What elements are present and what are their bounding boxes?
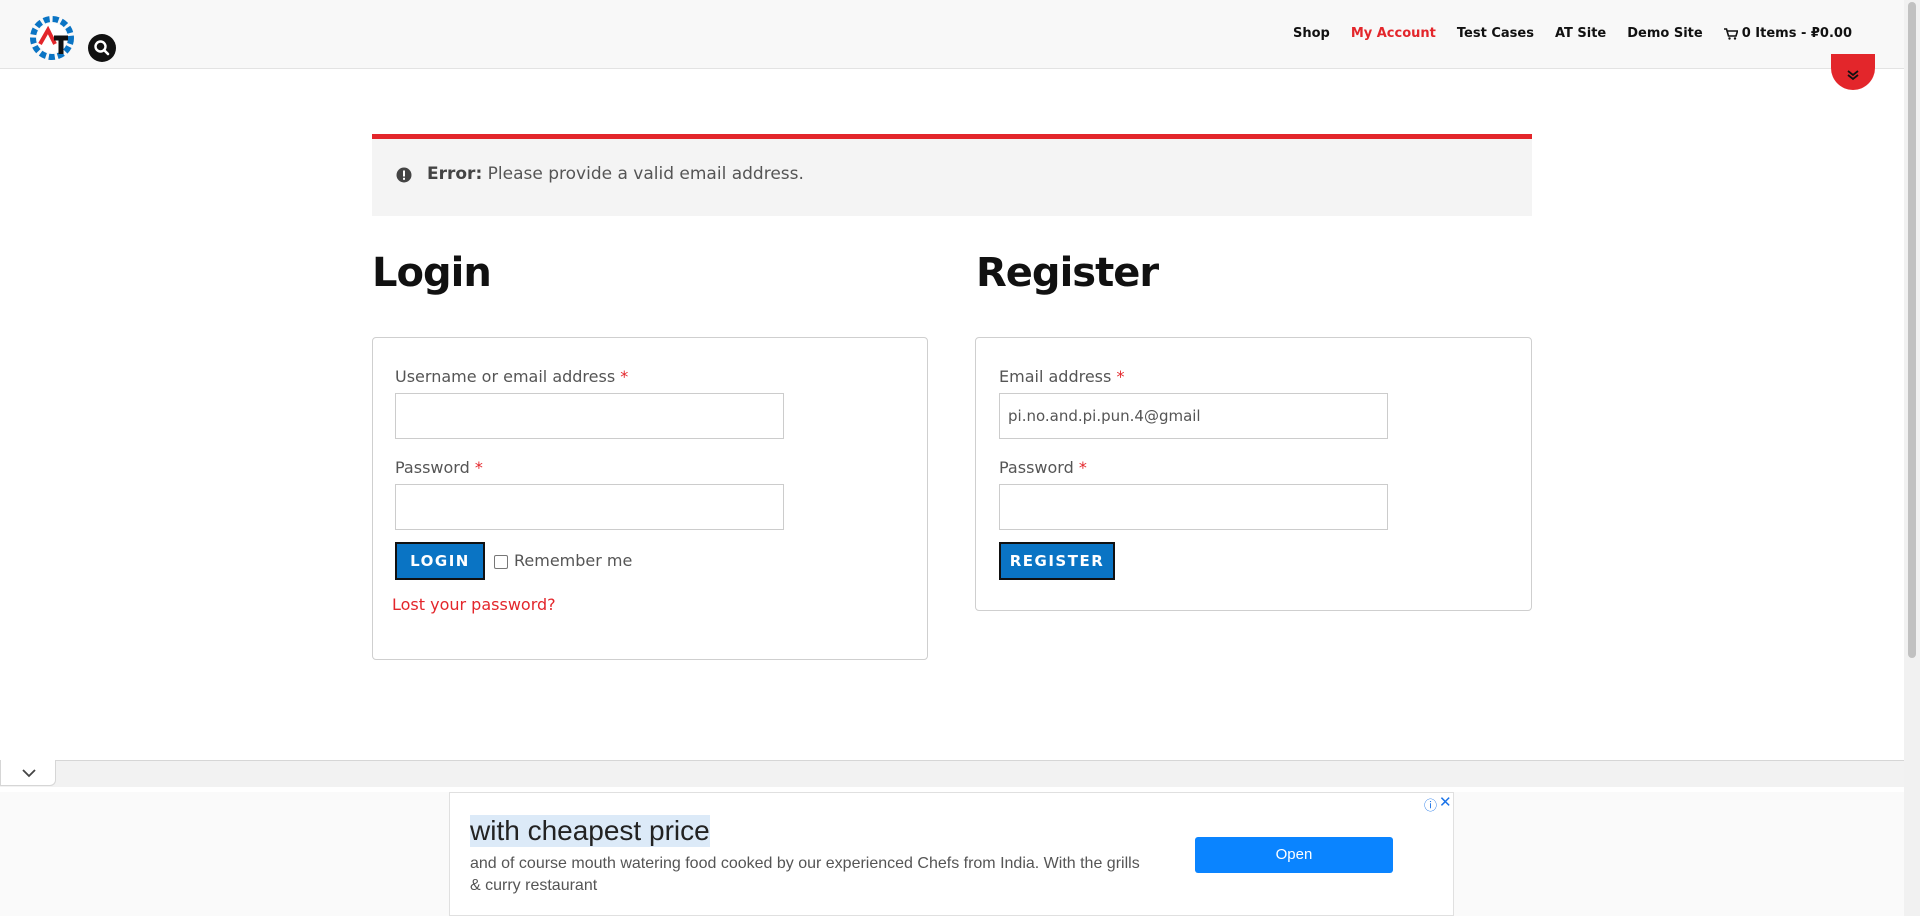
register-heading: Register <box>976 250 1159 296</box>
register-button[interactable]: REGISTER <box>999 542 1115 580</box>
error-message: Error: Please provide a valid email addr… <box>427 164 804 184</box>
username-input[interactable] <box>395 393 784 439</box>
scrollbar-thumb[interactable] <box>1908 2 1916 658</box>
ad-info-icon[interactable]: ⓘ <box>1424 795 1437 814</box>
login-password-label: Password * <box>395 458 483 477</box>
exclamation-circle-icon <box>396 167 412 183</box>
nav-shop[interactable]: Shop <box>1293 26 1330 41</box>
register-form: Email address * pi.no.and.pi.pun.4@gmail… <box>975 337 1532 611</box>
main-nav: Shop My Account Test Cases AT Site Demo … <box>1293 26 1852 41</box>
error-text: Please provide a valid email address. <box>487 164 804 184</box>
nav-test-cases[interactable]: Test Cases <box>1457 26 1534 41</box>
nav-at-site[interactable]: AT Site <box>1555 26 1606 41</box>
ad-description: and of course mouth watering food cooked… <box>470 855 1140 894</box>
nav-demo-site[interactable]: Demo Site <box>1627 26 1702 41</box>
email-input[interactable]: pi.no.and.pi.pun.4@gmail <box>999 393 1388 439</box>
nav-my-account[interactable]: My Account <box>1351 26 1436 41</box>
chevron-down-icon <box>22 769 36 778</box>
login-heading: Login <box>372 250 492 296</box>
site-logo[interactable] <box>28 14 80 66</box>
ad-bar <box>0 760 1904 787</box>
username-label: Username or email address * <box>395 367 629 386</box>
cart-summary: 0 Items - ₽0.00 <box>1741 26 1852 41</box>
search-icon[interactable] <box>88 34 116 62</box>
site-header: Shop My Account Test Cases AT Site Demo … <box>0 0 1904 69</box>
error-notice: Error: Please provide a valid email addr… <box>372 134 1532 216</box>
lost-password-link[interactable]: Lost your password? <box>392 595 556 614</box>
page-scrollbar[interactable] <box>1904 0 1920 916</box>
ad-title[interactable]: with cheapest price <box>470 815 710 847</box>
remember-me-label[interactable]: Remember me <box>514 551 632 570</box>
ad-banner[interactable]: with cheapest price and of course mouth … <box>449 792 1454 916</box>
scroll-toggle-button[interactable] <box>1831 54 1875 90</box>
login-password-input[interactable] <box>395 484 784 530</box>
ad-collapse-tab[interactable] <box>0 760 56 786</box>
email-label: Email address * <box>999 367 1125 386</box>
ad-open-button[interactable]: Open <box>1195 837 1393 873</box>
double-chevron-down-icon <box>1847 70 1859 81</box>
ad-close-icon[interactable]: ✕ <box>1439 793 1452 811</box>
login-form: Username or email address * Password * L… <box>372 337 928 660</box>
login-button[interactable]: LOGIN <box>395 542 485 580</box>
register-password-label: Password * <box>999 458 1087 477</box>
cart-icon <box>1723 27 1738 40</box>
register-password-input[interactable] <box>999 484 1388 530</box>
error-prefix: Error: <box>427 164 483 184</box>
cart-link[interactable]: 0 Items - ₽0.00 <box>1723 26 1852 41</box>
remember-me-checkbox[interactable] <box>494 555 508 569</box>
